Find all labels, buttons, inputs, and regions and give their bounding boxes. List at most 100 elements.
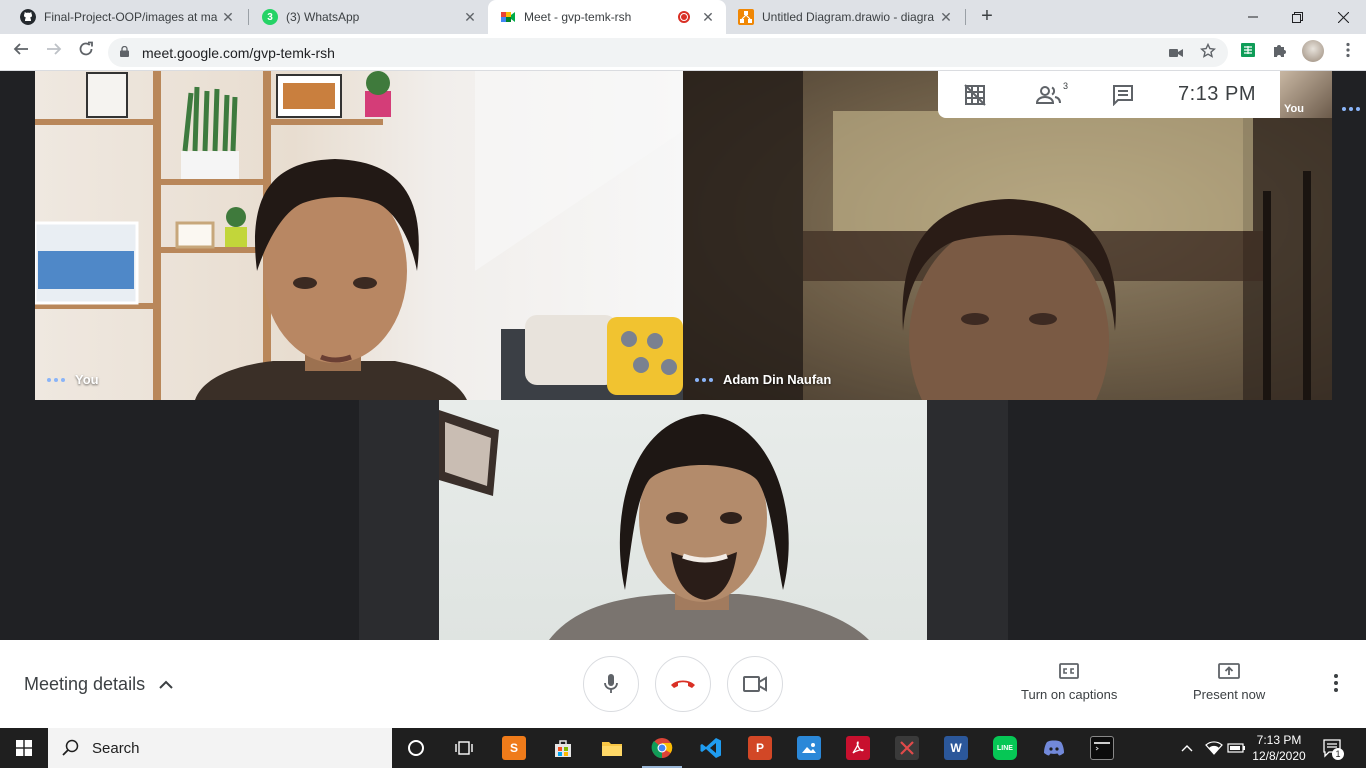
video-camera-icon <box>743 676 767 692</box>
sheets-extension-icon[interactable] <box>1238 42 1258 62</box>
grid-layout-off-icon <box>964 83 986 106</box>
tab-title: Untitled Diagram.drawio - diagra <box>762 10 935 24</box>
chat-button[interactable] <box>1086 71 1160 118</box>
notification-count: 1 <box>1332 748 1344 760</box>
chevron-up-icon <box>1181 745 1193 752</box>
camera-in-use-icon[interactable] <box>1166 43 1186 63</box>
self-view-label: You <box>1284 103 1304 115</box>
more-options-button[interactable] <box>1326 674 1346 694</box>
sublime-text-icon[interactable]: S <box>502 736 526 760</box>
microphone-button[interactable] <box>583 656 639 712</box>
bookmark-star-icon[interactable] <box>1198 42 1218 63</box>
tab-whatsapp[interactable]: 3 (3) WhatsApp ✕ <box>250 0 488 34</box>
captions-button[interactable]: Turn on captions <box>1021 663 1117 702</box>
drawio-icon <box>738 9 754 25</box>
captions-label: Turn on captions <box>1021 687 1118 702</box>
close-tab-icon[interactable]: ✕ <box>462 9 478 25</box>
microphone-icon <box>604 674 618 693</box>
taskbar-search-box[interactable]: Search <box>48 728 392 768</box>
tab-github[interactable]: Final-Project-OOP/images at ma ✕ <box>8 0 246 34</box>
meet-video-stage: You Adam Din Naufan 3 7:13 PM You <box>0 71 1366 640</box>
command-prompt-icon[interactable] <box>1090 736 1114 760</box>
restore-button[interactable] <box>1274 0 1320 34</box>
participants-button[interactable]: 3 <box>1012 71 1086 118</box>
tile-letterbox <box>359 400 439 640</box>
close-tab-icon[interactable]: ✕ <box>220 9 236 25</box>
meeting-details-button[interactable]: Meeting details <box>24 674 173 695</box>
extensions-puzzle-icon[interactable] <box>1270 42 1290 62</box>
tab-drawio[interactable]: Untitled Diagram.drawio - diagra ✕ <box>726 0 964 34</box>
tile-letterbox <box>927 400 1008 640</box>
minimize-icon <box>1248 16 1258 18</box>
vscode-icon[interactable] <box>699 736 723 760</box>
video-feed-you <box>35 71 683 400</box>
tab-meet[interactable]: Meet - gvp-temk-rsh ✕ <box>488 0 726 34</box>
battery-icon[interactable] <box>1227 728 1247 768</box>
close-window-button[interactable] <box>1320 0 1366 34</box>
forward-button[interactable] <box>42 41 66 65</box>
word-icon[interactable]: W <box>944 736 968 760</box>
clock-time: 7:13 PM <box>1256 733 1302 747</box>
back-button[interactable] <box>9 41 33 65</box>
start-button[interactable] <box>0 728 48 768</box>
browser-menu-icon[interactable] <box>1338 42 1358 62</box>
whatsapp-icon: 3 <box>262 9 278 25</box>
new-tab-button[interactable]: + <box>976 6 998 28</box>
github-icon <box>20 9 36 25</box>
photos-icon[interactable] <box>797 736 821 760</box>
lock-icon <box>120 46 129 57</box>
participant-name: Adam Din Naufan <box>723 372 832 387</box>
chevron-up-icon <box>159 680 173 689</box>
video-feed-adam-din-naufan <box>683 71 1332 400</box>
notifications-button[interactable]: 1 <box>1322 728 1344 768</box>
task-view-icon[interactable] <box>452 736 476 760</box>
video-tile-participant[interactable] <box>439 400 927 640</box>
tile-name-label: You <box>47 372 99 387</box>
tab-separator <box>248 9 249 25</box>
self-view-thumbnail[interactable]: You <box>1280 71 1332 118</box>
address-bar[interactable]: meet.google.com/gvp-temk-rsh <box>108 38 1228 67</box>
reload-button[interactable] <box>74 41 98 65</box>
meeting-details-label: Meeting details <box>24 674 146 694</box>
show-hidden-icons-button[interactable] <box>1180 728 1194 768</box>
close-tab-icon[interactable]: ✕ <box>700 9 716 25</box>
search-icon <box>62 739 79 756</box>
tab-title: Final-Project-OOP/images at ma <box>44 10 218 24</box>
arrow-left-icon <box>13 43 28 55</box>
chat-icon <box>1113 84 1133 106</box>
close-tab-icon[interactable]: ✕ <box>938 9 954 25</box>
camera-button[interactable] <box>727 656 783 712</box>
microsoft-store-icon[interactable] <box>551 736 575 760</box>
acrobat-reader-icon[interactable] <box>846 736 870 760</box>
url-text: meet.google.com/gvp-temk-rsh <box>142 45 335 61</box>
present-screen-icon <box>1218 663 1241 679</box>
tab-title: Meet - gvp-temk-rsh <box>524 10 632 24</box>
cortana-icon[interactable] <box>404 736 428 760</box>
reload-icon <box>79 41 93 56</box>
tab-strip: Final-Project-OOP/images at ma ✕ 3 (3) W… <box>0 0 1366 34</box>
leave-call-button[interactable] <box>655 656 711 712</box>
line-messenger-icon[interactable]: LINE <box>993 736 1017 760</box>
file-explorer-icon[interactable] <box>600 736 624 760</box>
snipping-tool-icon[interactable] <box>895 736 919 760</box>
restore-icon <box>1291 11 1303 23</box>
tab-title: (3) WhatsApp <box>286 10 360 24</box>
change-layout-button[interactable] <box>938 71 1012 118</box>
network-icon[interactable] <box>1205 728 1223 768</box>
profile-avatar[interactable] <box>1302 40 1324 62</box>
minimize-button[interactable] <box>1230 0 1276 34</box>
powerpoint-icon[interactable]: P <box>748 736 772 760</box>
present-now-button[interactable]: Present now <box>1193 663 1265 702</box>
search-placeholder: Search <box>92 739 140 757</box>
system-clock[interactable]: 7:13 PM 12/8/2020 <box>1248 732 1310 764</box>
audio-activity-icon <box>47 377 65 382</box>
self-view-options-icon[interactable] <box>1342 107 1360 111</box>
video-tile-you[interactable]: You <box>35 71 683 400</box>
video-tile-adam-din-naufan[interactable]: Adam Din Naufan <box>683 71 1332 400</box>
windows-taskbar: Search S P W LINE 7:13 PM 12/8/2020 1 <box>0 728 1366 768</box>
windows-logo-icon <box>16 740 32 756</box>
meet-icon <box>501 12 515 22</box>
clock-date: 12/8/2020 <box>1252 749 1306 763</box>
chrome-icon[interactable] <box>650 736 674 760</box>
discord-icon[interactable] <box>1042 736 1066 760</box>
